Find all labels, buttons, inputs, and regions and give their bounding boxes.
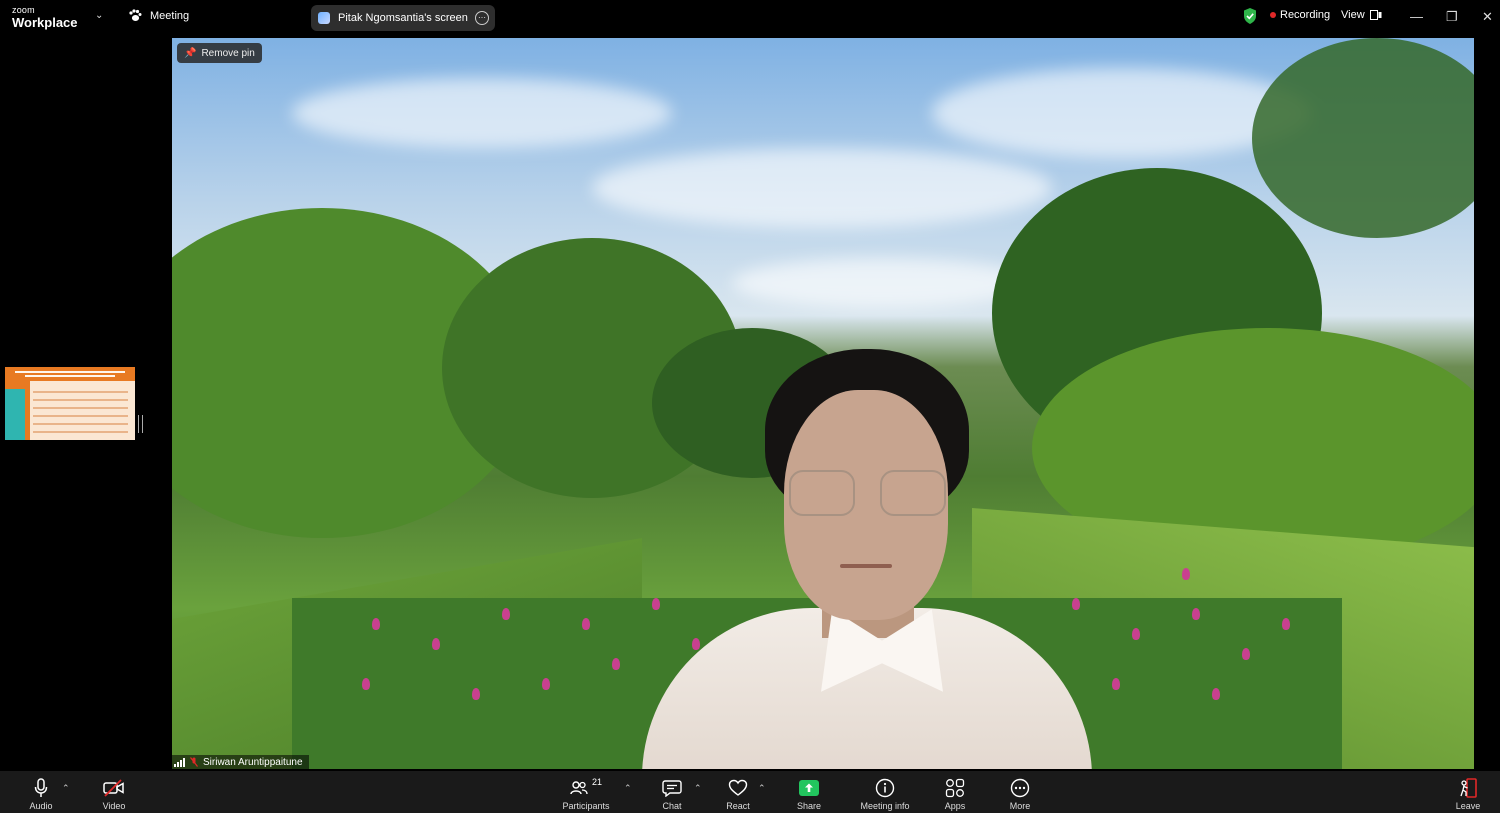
share-label: Share bbox=[796, 801, 822, 811]
participants-options-caret-icon[interactable]: ⌃ bbox=[624, 783, 632, 794]
close-icon[interactable]: ✕ bbox=[1482, 9, 1493, 25]
react-options-caret-icon[interactable]: ⌃ bbox=[758, 783, 766, 794]
chevron-down-icon[interactable]: ⌄ bbox=[95, 10, 103, 21]
remove-pin-label: Remove pin bbox=[201, 47, 255, 59]
view-label: View bbox=[1341, 9, 1365, 21]
video-off-icon bbox=[103, 779, 124, 797]
participants-button[interactable]: 21 Participants bbox=[560, 771, 612, 813]
signal-strength-icon bbox=[174, 757, 185, 767]
apps-icon bbox=[945, 778, 965, 798]
restore-icon[interactable]: ❐ bbox=[1446, 9, 1458, 25]
chat-button[interactable]: Chat bbox=[658, 771, 686, 813]
minimize-icon[interactable]: — bbox=[1410, 9, 1423, 24]
apps-button[interactable]: Apps bbox=[940, 771, 970, 813]
mic-muted-icon bbox=[190, 757, 198, 767]
participants-icon bbox=[570, 781, 588, 795]
thumbnail-resize-handle[interactable] bbox=[138, 415, 143, 433]
pin-icon: 📌 bbox=[184, 47, 197, 59]
recording-indicator[interactable]: Recording bbox=[1270, 9, 1330, 21]
video-button[interactable]: Video bbox=[98, 771, 130, 813]
shared-screen-icon bbox=[318, 12, 330, 24]
shared-screen-thumbnail[interactable] bbox=[5, 367, 135, 440]
more-label: More bbox=[1009, 801, 1031, 811]
participants-label: Participants bbox=[562, 801, 610, 811]
audio-options-caret-icon[interactable]: ⌃ bbox=[62, 783, 70, 794]
leave-icon bbox=[1460, 778, 1477, 798]
meeting-info-label: Meeting info bbox=[860, 801, 910, 811]
microphone-icon bbox=[34, 778, 48, 797]
participant-name-tag: Siriwan Aruntippaitune bbox=[172, 755, 309, 769]
chat-label: Chat bbox=[662, 801, 682, 811]
info-icon bbox=[875, 778, 895, 798]
audio-button[interactable]: Audio bbox=[26, 771, 56, 813]
share-screen-icon bbox=[799, 780, 819, 796]
recording-label: Recording bbox=[1280, 9, 1331, 21]
chat-options-caret-icon[interactable]: ⌃ bbox=[694, 783, 702, 794]
meeting-menu[interactable]: Meeting bbox=[128, 9, 189, 22]
view-layout-icon bbox=[1369, 10, 1382, 20]
zoom-workplace-logo[interactable]: zoom Workplace bbox=[12, 5, 78, 30]
chat-icon bbox=[662, 780, 682, 797]
main-video bbox=[172, 38, 1474, 769]
meeting-toolbar: Audio ⌃ Video 21 Participants ⌃ Chat ⌃ R… bbox=[0, 771, 1500, 813]
leave-button[interactable]: Leave bbox=[1452, 771, 1484, 813]
remove-pin-button[interactable]: 📌 Remove pin bbox=[177, 43, 262, 63]
screen-share-selector[interactable]: Pitak Ngomsantia's screen ⋯ bbox=[311, 5, 495, 31]
logo-big-text: Workplace bbox=[12, 15, 78, 30]
heart-icon bbox=[728, 779, 748, 796]
more-options-icon[interactable]: ⋯ bbox=[475, 11, 489, 25]
more-button[interactable]: More bbox=[1006, 771, 1034, 813]
recording-dot-icon bbox=[1270, 12, 1276, 18]
more-icon bbox=[1010, 778, 1030, 798]
meeting-info-button[interactable]: Meeting info bbox=[856, 771, 914, 813]
audio-label: Audio bbox=[29, 801, 53, 811]
react-label: React bbox=[726, 801, 750, 811]
participants-count: 21 bbox=[591, 777, 602, 787]
apps-label: Apps bbox=[944, 801, 966, 811]
shared-screen-label: Pitak Ngomsantia's screen bbox=[338, 12, 468, 24]
participant-name: Siriwan Aruntippaitune bbox=[203, 756, 303, 768]
view-menu[interactable]: View bbox=[1341, 9, 1382, 21]
leave-label: Leave bbox=[1455, 801, 1481, 811]
video-label: Video bbox=[102, 801, 126, 811]
logo-small-text: zoom bbox=[12, 5, 35, 15]
top-bar: zoom Workplace ⌄ Meeting Pitak Ngomsanti… bbox=[0, 0, 1500, 36]
react-button[interactable]: React bbox=[724, 771, 752, 813]
shield-check-icon[interactable] bbox=[1243, 8, 1257, 24]
meeting-label: Meeting bbox=[150, 9, 190, 22]
paw-icon bbox=[129, 9, 142, 21]
share-button[interactable]: Share bbox=[794, 771, 824, 813]
